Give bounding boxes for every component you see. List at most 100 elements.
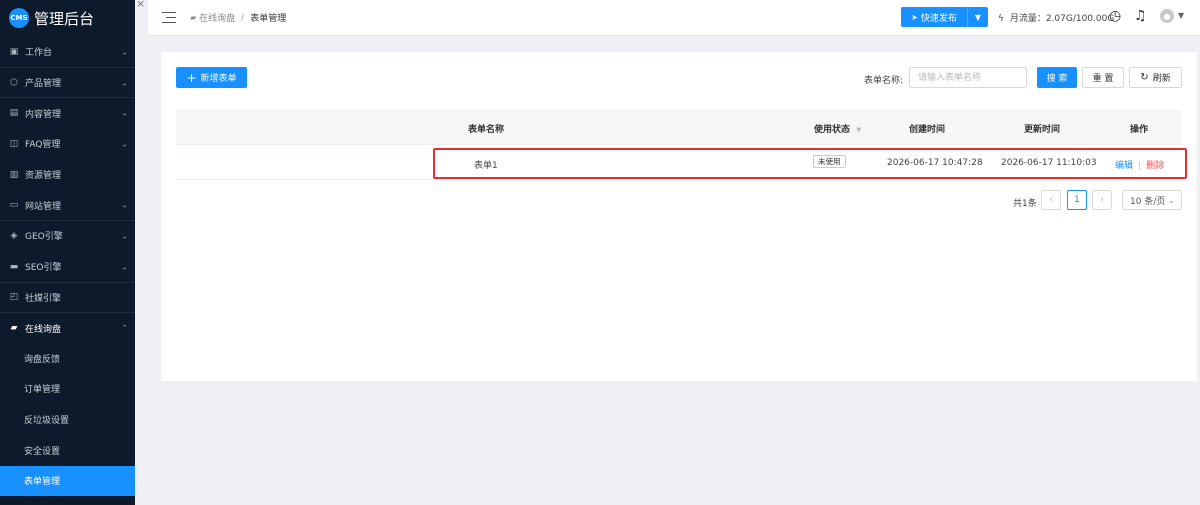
message-icon: ▰ bbox=[190, 13, 197, 22]
sidebar-item-inquiry[interactable]: ▰ 在线询盘 ⌃ bbox=[0, 312, 135, 343]
cell-form-name: 表单1 bbox=[474, 161, 498, 171]
breadcrumb-current: 表单管理 bbox=[250, 14, 287, 24]
chevron-down-icon: ⌄ bbox=[121, 139, 128, 149]
monitor-icon: ▣ bbox=[9, 46, 19, 57]
filter-caret-icon[interactable]: ▼ bbox=[856, 126, 861, 134]
breadcrumb-parent[interactable]: 在线询盘 bbox=[199, 11, 235, 24]
chevron-down-icon: ⌄ bbox=[121, 47, 128, 57]
content-card: + 新增表单 表单名称: 搜 索 重 置 ↻ 刷新 表单名称 使用状态 ▼ 创建… bbox=[161, 52, 1197, 381]
search-button[interactable]: 搜 索 bbox=[1037, 67, 1077, 88]
new-form-button[interactable]: + 新增表单 bbox=[176, 67, 247, 88]
refresh-button[interactable]: ↻ 刷新 bbox=[1129, 67, 1182, 88]
lightning-icon: ϟ bbox=[998, 14, 1004, 24]
sidebar-item-label: 资源管理 bbox=[25, 171, 62, 182]
chevron-down-icon: ⌄ bbox=[121, 231, 128, 241]
delete-link[interactable]: 删除 bbox=[1146, 161, 1164, 171]
logo[interactable]: CMS 管理后台 bbox=[0, 0, 135, 36]
status-badge: 未使用 bbox=[813, 155, 846, 168]
top-header: ▰ 在线询盘 / 表单管理 ➤ 快速发布 ▼ ϟ 月流量：2.07G/100.0… bbox=[148, 0, 1200, 36]
action-divider: | bbox=[1138, 161, 1142, 171]
chevron-down-icon: ⌄ bbox=[121, 78, 128, 88]
sidebar: CMS 管理后台 ▣ 工作台 ⌄ ⬡ 产品管理 ⌄ ▤ 内容管理 ⌄ ◫ FAQ… bbox=[0, 0, 135, 505]
column-header-status-label: 使用状态 bbox=[814, 125, 851, 135]
sidebar-item-label: 工作台 bbox=[25, 48, 53, 59]
traffic-indicator: ϟ 月流量：2.07G/100.00G bbox=[998, 11, 1114, 24]
breadcrumb-separator: / bbox=[241, 12, 245, 23]
sidebar-item-content[interactable]: ▤ 内容管理 ⌄ bbox=[0, 97, 135, 128]
sidebar-item-label: 网站管理 bbox=[25, 201, 62, 212]
table-row: 表单1 未使用 2026-06-17 10:47:28 2026-06-17 1… bbox=[176, 145, 1182, 180]
sidebar-item-label: GEO引擎 bbox=[25, 232, 63, 243]
breadcrumb: ▰ 在线询盘 / 表单管理 bbox=[190, 11, 287, 25]
sidebar-item-label: 内容管理 bbox=[25, 109, 62, 120]
chevron-up-icon: ⌃ bbox=[121, 323, 128, 333]
cell-actions: 编辑 | 删除 bbox=[1115, 158, 1164, 171]
chevron-down-icon: ⌄ bbox=[121, 262, 128, 272]
sidebar-item-faq[interactable]: ◫ FAQ管理 ⌄ bbox=[0, 128, 135, 159]
page-number[interactable]: 1 bbox=[1067, 190, 1087, 210]
cell-updated-time: 2026-06-17 11:10:03 bbox=[1001, 158, 1097, 168]
app-title: 管理后台 bbox=[34, 9, 95, 28]
history-icon[interactable]: ◷ bbox=[1109, 8, 1121, 24]
message-icon: ▰ bbox=[10, 323, 18, 334]
sidebar-item-label: 社媒引擎 bbox=[25, 293, 62, 304]
edit-link[interactable]: 编辑 bbox=[1115, 161, 1133, 171]
new-form-label: 新增表单 bbox=[200, 74, 237, 84]
search-label: 表单名称: bbox=[864, 76, 904, 86]
column-header-updated: 更新时间 bbox=[1024, 125, 1061, 135]
sidebar-item-label: 在线询盘 bbox=[25, 324, 62, 335]
screen-icon: ▬ bbox=[9, 261, 19, 272]
sidebar-item-seo[interactable]: ▬ SEO引擎 ⌄ bbox=[0, 251, 135, 282]
caret-down-icon[interactable]: ▼ bbox=[968, 13, 988, 22]
avatar[interactable]: ● bbox=[1160, 9, 1174, 23]
sidebar-item-workbench[interactable]: ▣ 工作台 ⌄ bbox=[0, 36, 135, 67]
chevron-down-icon: ⌄ bbox=[121, 200, 128, 210]
cell-created-time: 2026-06-17 10:47:28 bbox=[887, 158, 983, 168]
shield-icon: ◈ bbox=[10, 230, 18, 241]
sidebar-item-products[interactable]: ⬡ 产品管理 ⌄ bbox=[0, 66, 135, 98]
sidebar-item-label: SEO引擎 bbox=[25, 263, 62, 274]
logo-badge: CMS bbox=[9, 8, 29, 28]
sidebar-item-resources[interactable]: ▥ 资源管理 bbox=[0, 159, 135, 190]
refresh-icon: ↻ bbox=[1140, 72, 1149, 83]
database-icon: ▥ bbox=[9, 169, 19, 180]
reset-button[interactable]: 重 置 bbox=[1082, 67, 1124, 88]
quick-publish-main[interactable]: ➤ 快速发布 bbox=[901, 7, 968, 27]
box-icon: ⬡ bbox=[10, 77, 18, 88]
quick-publish-label: 快速发布 bbox=[920, 13, 957, 24]
send-icon: ➤ bbox=[911, 12, 918, 22]
column-header-created: 创建时间 bbox=[909, 125, 946, 135]
share-icon: ◰ bbox=[9, 292, 19, 303]
sidebar-item-label: 产品管理 bbox=[25, 79, 62, 90]
column-header-name: 表单名称 bbox=[468, 125, 505, 135]
sidebar-item-label: FAQ管理 bbox=[25, 140, 61, 151]
column-header-actions: 操作 bbox=[1130, 125, 1149, 135]
menu-fold-icon[interactable] bbox=[162, 11, 176, 24]
bell-icon[interactable]: ♫ bbox=[1134, 8, 1147, 24]
plus-icon: + bbox=[186, 70, 197, 85]
sidebar-item-website[interactable]: ▭ 网站管理 ⌄ bbox=[0, 189, 135, 220]
sidebar-subitem-security[interactable]: 安全设置 bbox=[0, 435, 135, 466]
sidebar-subitem-antispam[interactable]: 反垃圾设置 bbox=[0, 404, 135, 435]
chevron-down-icon: ⌄ bbox=[1168, 195, 1175, 205]
chat-icon: ◫ bbox=[9, 138, 19, 149]
browser-icon: ▭ bbox=[9, 200, 19, 211]
sidebar-subitem-feedback[interactable]: 询盘反馈 bbox=[0, 343, 135, 374]
sidebar-subitem-forms[interactable]: 表单管理 bbox=[0, 465, 135, 497]
next-page-button[interactable]: › bbox=[1092, 190, 1112, 210]
prev-page-button[interactable]: ‹ bbox=[1041, 190, 1061, 210]
page-size-value: 10 条/页 bbox=[1130, 196, 1166, 207]
column-header-status[interactable]: 使用状态 ▼ bbox=[814, 122, 862, 135]
page-size-select[interactable]: 10 条/页 ⌄ bbox=[1122, 190, 1182, 210]
quick-publish-button[interactable]: ➤ 快速发布 ▼ bbox=[901, 7, 988, 27]
search-input[interactable] bbox=[909, 67, 1027, 88]
sidebar-item-geo[interactable]: ◈ GEO引擎 ⌄ bbox=[0, 220, 135, 251]
pagination-total: 共1条 bbox=[1013, 199, 1037, 209]
traffic-label: 月流量：2.07G/100.00G bbox=[1009, 14, 1115, 24]
document-icon: ▤ bbox=[9, 108, 19, 119]
close-icon[interactable]: × bbox=[136, 0, 145, 10]
chevron-down-icon: ⌄ bbox=[121, 108, 128, 118]
caret-down-icon[interactable]: ▼ bbox=[1178, 11, 1184, 20]
sidebar-item-social[interactable]: ◰ 社媒引擎 bbox=[0, 281, 135, 313]
sidebar-subitem-orders[interactable]: 订单管理 bbox=[0, 374, 135, 405]
